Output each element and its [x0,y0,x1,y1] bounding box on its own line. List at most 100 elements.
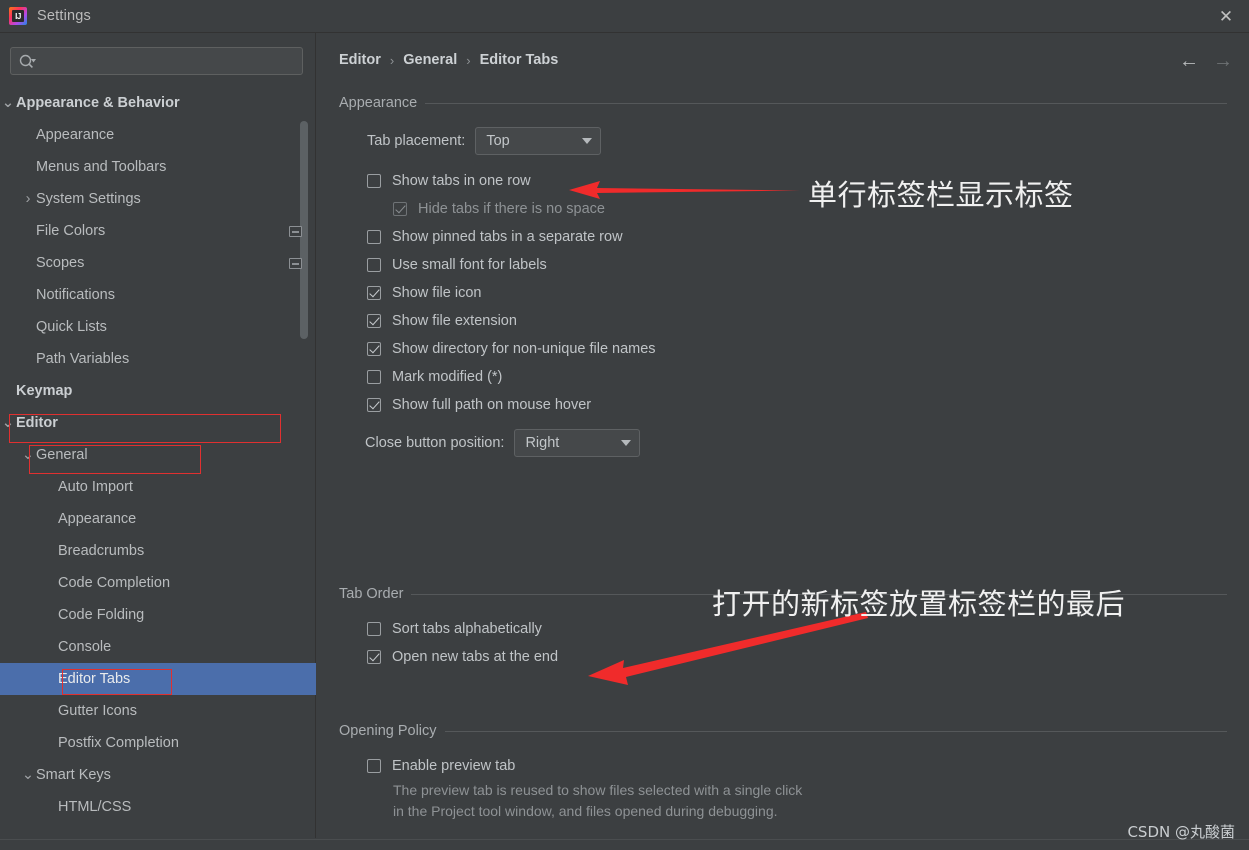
sidebar-item-appearance[interactable]: Appearance [0,503,316,535]
checkbox-label: Sort tabs alphabetically [392,621,542,637]
checkbox-label: Show full path on mouse hover [392,397,592,413]
section-opening-policy-title: Opening Policy [339,723,437,739]
sidebar-item-system-settings[interactable]: › System Settings [0,183,316,215]
checkbox-icon[interactable] [367,286,381,300]
checkbox-row-show-tabs-in-one-row[interactable]: Show tabs in one row [339,167,1227,195]
checkbox-row-show-directory-for-non-unique-file-names[interactable]: Show directory for non-unique file names [339,335,1227,363]
checkbox-icon[interactable] [367,650,381,664]
checkbox-icon[interactable] [367,759,381,773]
checkbox-icon[interactable] [367,174,381,188]
close-button-position-value: Right [525,435,560,451]
checkbox-icon[interactable] [367,370,381,384]
checkbox-row-enable-preview-tab[interactable]: Enable preview tab [339,752,1227,780]
checkbox-label: Show directory for non-unique file names [392,341,656,357]
sidebar-item-appearance[interactable]: Appearance [0,119,316,151]
sidebar-item-menus-and-toolbars[interactable]: Menus and Toolbars [0,151,316,183]
chevron-down-icon[interactable]: ⌄ [0,415,16,431]
sidebar-item-quick-lists[interactable]: Quick Lists [0,311,316,343]
annotation-note-2: 打开的新标签放置标签栏的最后 [712,587,1126,621]
section-appearance-title: Appearance [339,95,418,111]
close-icon[interactable]: ✕ [1203,0,1249,33]
chevron-down-icon[interactable]: ⌄ [0,95,16,111]
close-button-position-select[interactable]: Right [514,429,641,457]
sidebar-item-editor[interactable]: ⌄ Editor [0,407,316,439]
sidebar-item-label: Auto Import [58,479,133,495]
chevron-right-icon[interactable]: › [20,191,36,207]
sidebar-item-console[interactable]: Console [0,631,316,663]
chevron-down-icon[interactable]: ⌄ [20,447,36,463]
sidebar-item-keymap[interactable]: Keymap [0,375,316,407]
sidebar-item-general[interactable]: ⌄ General [0,439,316,471]
sidebar-item-label: Notifications [36,287,115,303]
sidebar-item-notifications[interactable]: Notifications [0,279,316,311]
sidebar-item-label: Scopes [36,255,85,271]
sidebar-item-label: Gutter Icons [58,703,137,719]
search-box[interactable] [10,47,303,75]
sidebar-item-postfix-completion[interactable]: Postfix Completion [0,727,316,759]
checkbox-row-use-small-font-for-labels[interactable]: Use small font for labels [339,251,1227,279]
chevron-down-icon [582,138,593,144]
sidebar-item-scopes[interactable]: Scopes [0,247,316,279]
sidebar-item-label: Menus and Toolbars [36,159,167,175]
checkbox-icon[interactable] [367,622,381,636]
logo-text: IJ [15,11,21,21]
section-divider [444,730,1227,732]
breadcrumb-separator-0: › [389,52,395,68]
checkbox-icon[interactable] [367,230,381,244]
sidebar-item-label: Breadcrumbs [58,543,145,559]
bottom-divider [0,839,1249,840]
breadcrumb-item-1[interactable]: General [403,52,457,68]
sidebar-item-label: General [36,447,88,463]
tab-placement-row: Tab placement: Top [339,126,1227,156]
checkbox-label: Show file extension [392,313,517,329]
breadcrumb: Editor › General › Editor Tabs [339,52,558,68]
sidebar-item-code-completion[interactable]: Code Completion [0,567,316,599]
appearance-checkbox-list: Show tabs in one row Hide tabs if there i… [339,167,1227,419]
checkbox-icon[interactable] [367,258,381,272]
checkbox-icon[interactable] [367,342,381,356]
sidebar-item-path-variables[interactable]: Path Variables [0,343,316,375]
checkbox-row-open-new-tabs-at-the-end[interactable]: Open new tabs at the end [339,643,1227,671]
checkbox-icon[interactable] [367,314,381,328]
sidebar-item-editor-tabs[interactable]: Editor Tabs [0,663,316,695]
sidebar-item-label: File Colors [36,223,106,239]
sidebar-item-appearance-behavior[interactable]: ⌄ Appearance & Behavior [0,87,316,119]
search-input[interactable] [40,48,302,74]
sidebar-item-label: Keymap [16,383,73,399]
sidebar-item-file-colors[interactable]: File Colors [0,215,316,247]
checkbox-row-mark-modified[interactable]: Mark modified (*) [339,363,1227,391]
checkbox-row-show-pinned-tabs-in-a-separate-row[interactable]: Show pinned tabs in a separate row [339,223,1227,251]
section-tab-order-title: Tab Order [339,586,404,602]
settings-content: Editor › General › Editor Tabs ← → Appea… [317,33,1249,838]
forward-arrow-icon[interactable]: → [1213,51,1233,71]
checkbox-row-show-file-icon[interactable]: Show file icon [339,279,1227,307]
checkbox-row-show-full-path-on-mouse-hover[interactable]: Show full path on mouse hover [339,391,1227,419]
sidebar-item-label: System Settings [36,191,141,207]
settings-sidebar: ⌄ Appearance & Behavior Appearance Menus an… [0,33,316,838]
sidebar-item-html-css[interactable]: HTML/CSS [0,791,316,823]
section-appearance: Appearance Tab placement: Top Show tabs … [339,95,1227,458]
checkbox-row-hide-tabs-if-there-is-no-space[interactable]: Hide tabs if there is no space [339,195,1227,223]
breadcrumb-item-0[interactable]: Editor [339,52,381,68]
checkbox-icon[interactable] [393,202,407,216]
checkbox-row-show-file-extension[interactable]: Show file extension [339,307,1227,335]
chevron-down-icon[interactable]: ⌄ [20,767,36,783]
checkbox-icon[interactable] [367,398,381,412]
sidebar-item-code-folding[interactable]: Code Folding [0,599,316,631]
title-bar: IJ Settings ✕ [0,0,1249,33]
sidebar-item-smart-keys[interactable]: ⌄ Smart Keys [0,759,316,791]
settings-dialog: IJ Settings ✕ ⌄ Appearance & Behavior Appe… [0,0,1249,850]
back-arrow-icon[interactable]: ← [1179,51,1199,71]
sidebar-item-breadcrumbs[interactable]: Breadcrumbs [0,535,316,567]
sidebar-item-auto-import[interactable]: Auto Import [0,471,316,503]
sidebar-item-gutter-icons[interactable]: Gutter Icons [0,695,316,727]
tab-placement-select[interactable]: Top [475,127,602,155]
